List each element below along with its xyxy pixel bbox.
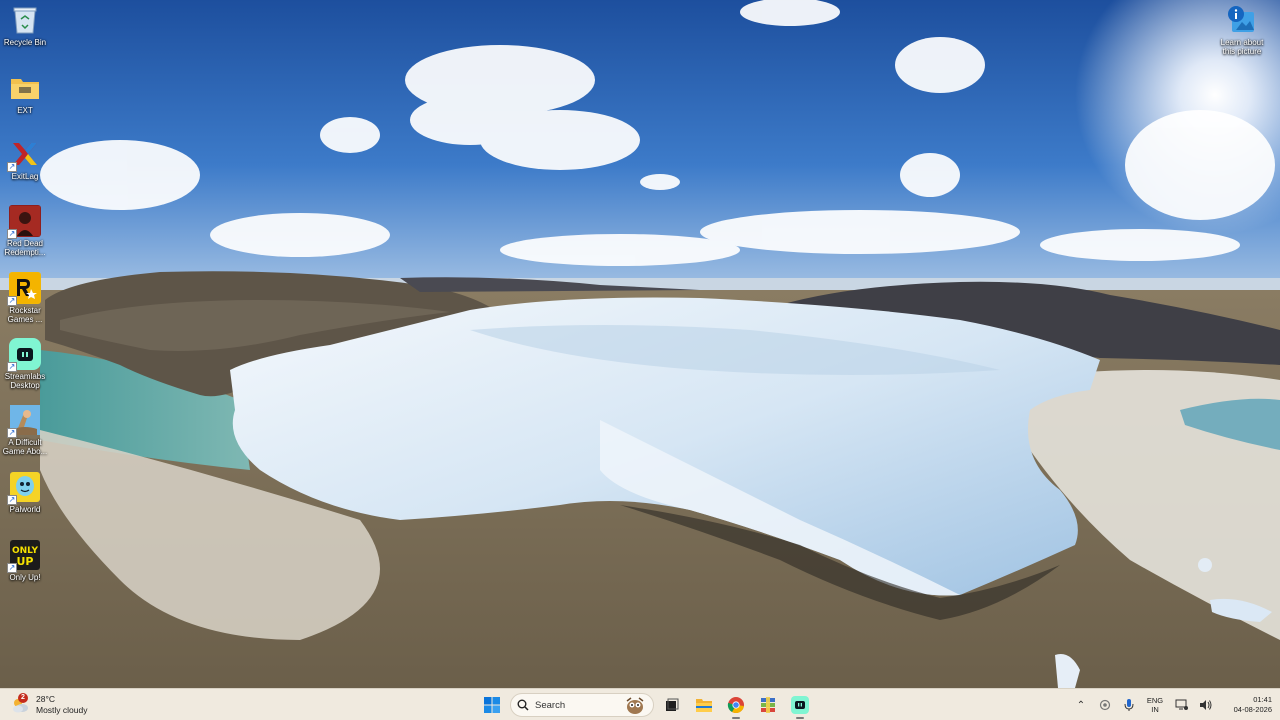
shortcut-arrow-icon: ↗ xyxy=(7,296,17,306)
desktop-icon-label: Only Up! xyxy=(9,573,41,582)
streamlabs-icon xyxy=(791,696,809,714)
microphone-button[interactable] xyxy=(1118,694,1140,716)
network-icon xyxy=(1175,699,1188,710)
desktop-wallpaper xyxy=(0,0,1280,688)
file-explorer-icon xyxy=(696,699,712,712)
shortcut-arrow-icon: ↗ xyxy=(7,362,17,372)
network-button[interactable] xyxy=(1170,694,1192,716)
weather-condition: Mostly cloudy xyxy=(36,705,88,715)
svg-text:UP: UP xyxy=(17,555,34,568)
taskbar: 2 28°C Mostly cloudy Search ⌃ ENG IN 01:… xyxy=(0,688,1280,720)
show-hidden-icons-button[interactable]: ⌃ xyxy=(1070,694,1092,716)
desktop-icon-exitlag[interactable]: ↗ ExitLag xyxy=(0,138,50,181)
shortcut-arrow-icon: ↗ xyxy=(7,563,17,573)
desktop-icon-label: Palworld xyxy=(9,505,41,514)
search-placeholder: Search xyxy=(535,699,566,711)
cloudy-weather-icon: 2 xyxy=(10,693,30,715)
language-code: ENG xyxy=(1146,696,1164,705)
chevron-up-icon: ⌃ xyxy=(1076,699,1086,711)
speaker-icon xyxy=(1199,700,1211,710)
task-view-button[interactable] xyxy=(658,691,686,719)
start-button[interactable] xyxy=(478,691,506,719)
desktop-icon-label: A Difficult Game Abo... xyxy=(2,438,48,456)
windows-logo-icon xyxy=(484,697,500,713)
file-explorer-button[interactable] xyxy=(690,691,718,719)
desktop-icon-recycle-bin[interactable]: Recycle Bin xyxy=(0,4,50,47)
shortcut-arrow-icon: ↗ xyxy=(7,229,17,239)
language-indicator[interactable]: ENG IN xyxy=(1142,696,1168,714)
desktop-icon-label: Rockstar Games ... xyxy=(7,306,43,324)
desktop-icon-only-up[interactable]: ONLY UP ↗ Only Up! xyxy=(0,539,50,582)
clock[interactable]: 01:41 04-08-2026 xyxy=(1222,695,1272,715)
difficult-game-icon: ↗ xyxy=(7,404,41,438)
shortcut-arrow-icon: ↗ xyxy=(7,495,17,505)
streamlabs-icon: ↗ xyxy=(7,338,41,372)
folder-icon xyxy=(9,72,41,104)
chrome-button[interactable] xyxy=(722,691,750,719)
desktop-icon-red-dead[interactable]: ↗ Red Dead Redempti... xyxy=(0,205,50,257)
notification-badge: 2 xyxy=(18,693,28,703)
desktop-icon-label: ExitLag xyxy=(11,172,39,181)
red-dead-redemption-icon: ↗ xyxy=(7,205,41,239)
region-code: IN xyxy=(1151,705,1159,714)
search-icon xyxy=(517,699,529,711)
chrome-icon xyxy=(727,697,744,714)
microphone-icon xyxy=(1124,699,1134,711)
only-up-icon: ONLY UP ↗ xyxy=(7,539,41,573)
task-view-icon xyxy=(666,698,679,711)
desktop-icon-label: EXT xyxy=(17,106,33,115)
info-icon xyxy=(1226,4,1258,36)
exitlag-icon: ↗ xyxy=(7,138,41,172)
desktop-icon-ext[interactable]: EXT xyxy=(0,72,50,115)
palworld-icon: ↗ xyxy=(7,471,41,505)
system-tray: ⌃ ENG IN 01:41 04-08-2026 xyxy=(1070,691,1272,719)
learn-about-picture-label: Learn about this picture xyxy=(1220,38,1264,56)
desktop-icon-label: Recycle Bin xyxy=(3,38,47,47)
winrar-icon xyxy=(761,697,775,713)
desktop-icon-rockstar[interactable]: ↗ Rockstar Games ... xyxy=(0,272,50,324)
recycle-bin-icon xyxy=(9,4,41,36)
volume-button[interactable] xyxy=(1194,694,1216,716)
clock-time: 01:41 xyxy=(1253,695,1272,704)
weather-widget[interactable]: 2 28°C Mostly cloudy xyxy=(10,692,88,718)
clock-date: 04-08-2026 xyxy=(1233,705,1272,714)
taskbar-center: Search xyxy=(478,691,814,719)
shortcut-arrow-icon: ↗ xyxy=(7,428,17,438)
taskbar-search-box[interactable]: Search xyxy=(510,693,654,717)
desktop-icon-difficult-game[interactable]: ↗ A Difficult Game Abo... xyxy=(0,404,50,456)
tray-app-button[interactable] xyxy=(1094,694,1116,716)
desktop-icon-palworld[interactable]: ↗ Palworld xyxy=(0,471,50,514)
desktop-icon-label: Streamlabs Desktop xyxy=(4,372,46,390)
desktop-icon-streamlabs[interactable]: ↗ Streamlabs Desktop xyxy=(0,338,50,390)
shortcut-arrow-icon: ↗ xyxy=(7,162,17,172)
search-highlight-icon xyxy=(626,697,644,714)
winrar-button[interactable] xyxy=(754,691,782,719)
learn-about-picture-icon-button[interactable]: Learn about this picture xyxy=(1208,4,1276,56)
rockstar-games-icon: ↗ xyxy=(7,272,41,306)
streamlabs-taskbar-button[interactable] xyxy=(786,691,814,719)
desktop-icon-label: Red Dead Redempti... xyxy=(4,239,46,257)
tray-app-icon xyxy=(1099,699,1111,711)
weather-temperature: 28°C xyxy=(36,694,55,704)
